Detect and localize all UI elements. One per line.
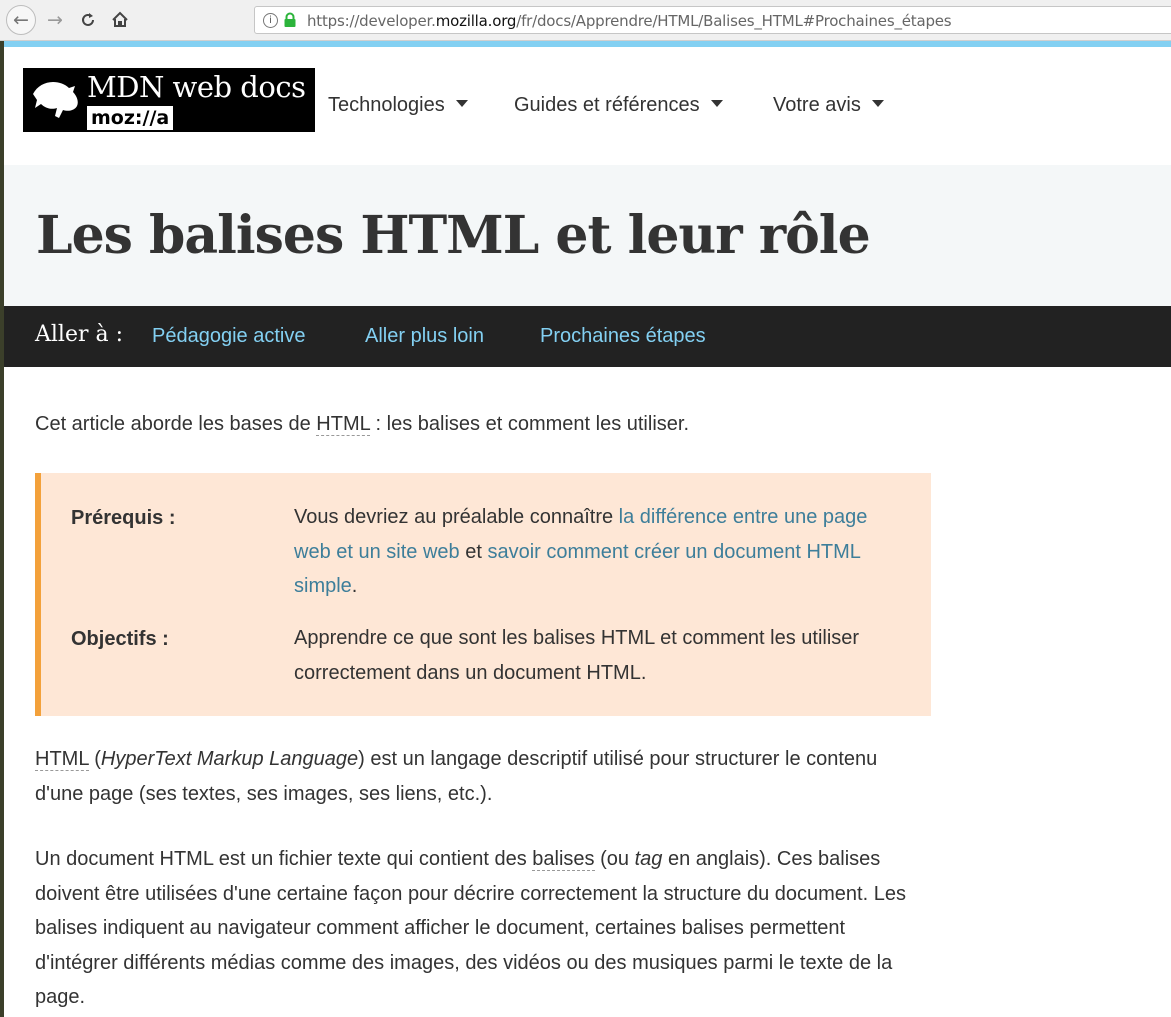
- prerequisites-box: Prérequis : Vous devriez au préalable co…: [35, 473, 931, 716]
- nav-label: Votre avis: [773, 94, 861, 116]
- jump-label: Aller à :: [35, 322, 124, 347]
- html-definition-paragraph: HTML (HyperText Markup Language) est un …: [35, 742, 895, 811]
- caret-down-icon: [455, 100, 468, 107]
- url-domain: mozilla.org: [435, 12, 517, 30]
- html-document-paragraph: Un document HTML est un fichier texte qu…: [35, 842, 915, 1015]
- para-text: (ou: [594, 848, 635, 870]
- back-arrow-icon[interactable]: ←: [6, 5, 36, 35]
- jump-link-aller-plus-loin[interactable]: Aller plus loin: [365, 325, 484, 348]
- jump-link-prochaines-etapes[interactable]: Prochaines étapes: [540, 325, 706, 348]
- forward-arrow-icon[interactable]: →: [42, 6, 68, 34]
- info-icon[interactable]: i: [263, 13, 278, 28]
- caret-down-icon: [871, 100, 884, 107]
- intro-text: Cet article aborde les bases de: [35, 413, 317, 435]
- prereq-text: Vous devriez au préalable connaître la d…: [294, 500, 884, 604]
- home-icon[interactable]: [107, 6, 133, 34]
- lock-icon: [284, 12, 296, 27]
- nav-technologies[interactable]: Technologies: [328, 94, 468, 117]
- abbr-balises: balises: [532, 848, 595, 871]
- title-band: Les balises HTML et leur rôle: [4, 165, 1171, 306]
- nav-feedback[interactable]: Votre avis: [773, 94, 884, 117]
- abbr-html: HTML: [316, 413, 370, 436]
- mdn-logo[interactable]: MDN web docs moz://a: [23, 68, 315, 132]
- intro-text: : les balises et comment les utiliser.: [369, 413, 689, 435]
- logo-title: MDN web docs: [87, 70, 306, 104]
- objectives-text: Apprendre ce que sont les balises HTML e…: [294, 627, 860, 684]
- url-prefix: https://developer.: [307, 12, 436, 30]
- page-title: Les balises HTML et leur rôle: [36, 205, 871, 266]
- dinosaur-icon: [33, 82, 78, 118]
- abbr-html: HTML: [35, 748, 89, 771]
- nav-label: Guides et références: [514, 94, 700, 116]
- para-text: en anglais). Ces balises doivent être ut…: [35, 848, 906, 1008]
- prereq-text-part: Vous devriez au préalable connaître: [294, 506, 619, 528]
- nav-label: Technologies: [328, 94, 445, 116]
- address-bar[interactable]: i https://developer.mozilla.org/fr/docs/…: [254, 6, 1171, 34]
- prereq-text-part: .: [351, 575, 358, 597]
- url-text[interactable]: https://developer.mozilla.org/fr/docs/Ap…: [307, 12, 952, 30]
- site-header: MDN web docs moz://a Technologies Guides…: [4, 47, 1171, 165]
- objectives-label: Objectifs :: [71, 628, 169, 650]
- caret-down-icon: [710, 100, 723, 107]
- jump-bar: Aller à : Pédagogie active Aller plus lo…: [4, 306, 1171, 367]
- mozilla-wordmark: moz://a: [87, 106, 174, 130]
- para-text: Un document HTML est un fichier texte qu…: [35, 848, 533, 870]
- para-text: (: [88, 748, 101, 770]
- browser-toolbar: ← → i https://developer.mozilla.org/fr/d…: [0, 0, 1171, 41]
- intro-paragraph: Cet article aborde les bases de HTML : l…: [35, 407, 689, 442]
- para-italic: HyperText Markup Language: [100, 748, 359, 770]
- reload-icon[interactable]: [75, 6, 101, 34]
- prereq-label: Prérequis :: [71, 507, 176, 529]
- para-italic: tag: [634, 848, 663, 870]
- prereq-text-part: et: [459, 540, 488, 563]
- url-path: /fr/docs/Apprendre/HTML/Balises_HTML#Pro…: [516, 12, 952, 30]
- jump-link-pedagogie[interactable]: Pédagogie active: [152, 325, 305, 348]
- nav-guides[interactable]: Guides et références: [514, 94, 723, 117]
